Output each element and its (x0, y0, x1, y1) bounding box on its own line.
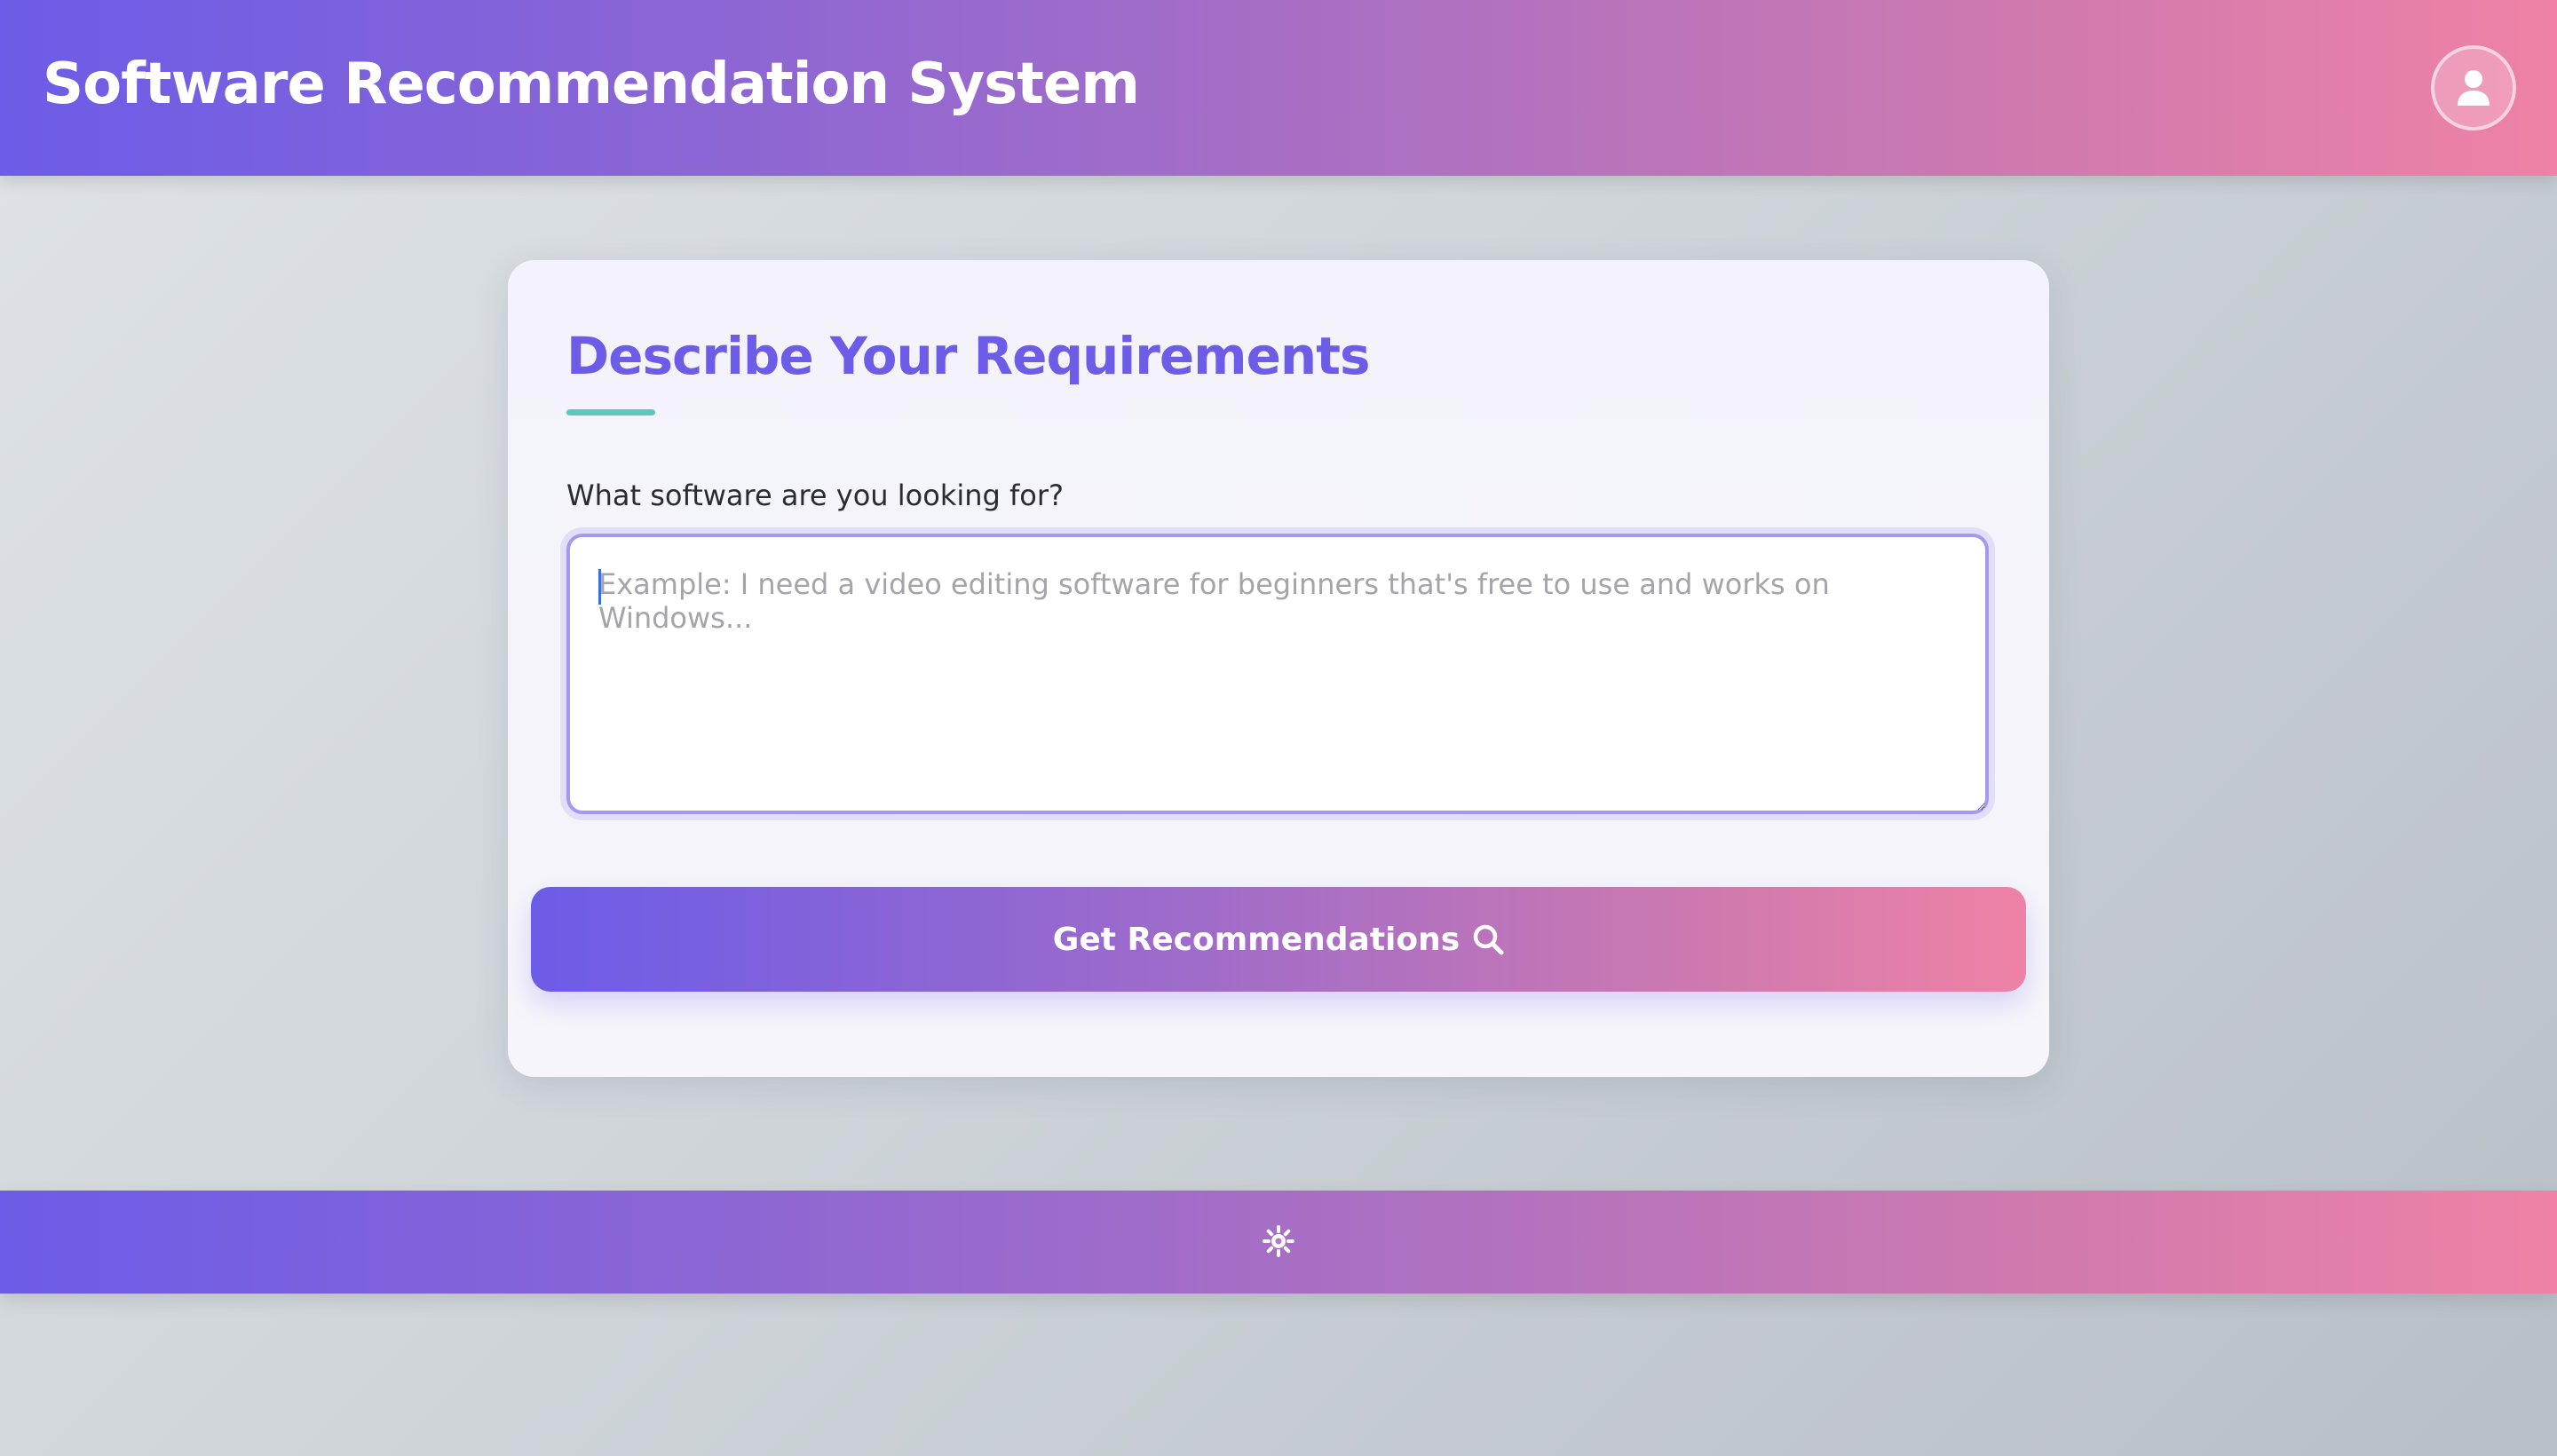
requirements-label: What software are you looking for? (566, 479, 1064, 512)
user-icon (2458, 70, 2490, 106)
requirements-field-wrapper (566, 534, 1989, 1077)
get-recommendations-button[interactable]: Get Recommendations (531, 887, 2026, 992)
theme-toggle-button[interactable] (1259, 1222, 1298, 1261)
requirements-textarea[interactable] (566, 534, 1989, 814)
card-title: Describe Your Requirements (566, 326, 1370, 386)
user-profile-button[interactable] (2431, 45, 2516, 131)
sun-icon (1263, 1225, 1294, 1257)
get-recommendations-label: Get Recommendations (1052, 921, 1461, 958)
text-caret (598, 569, 601, 605)
app-header: Software Recommendation System (0, 0, 2557, 176)
title-underline (566, 409, 655, 415)
app-footer (0, 1191, 2557, 1294)
app-title: Software Recommendation System (43, 51, 1140, 117)
search-icon (1473, 924, 1504, 955)
